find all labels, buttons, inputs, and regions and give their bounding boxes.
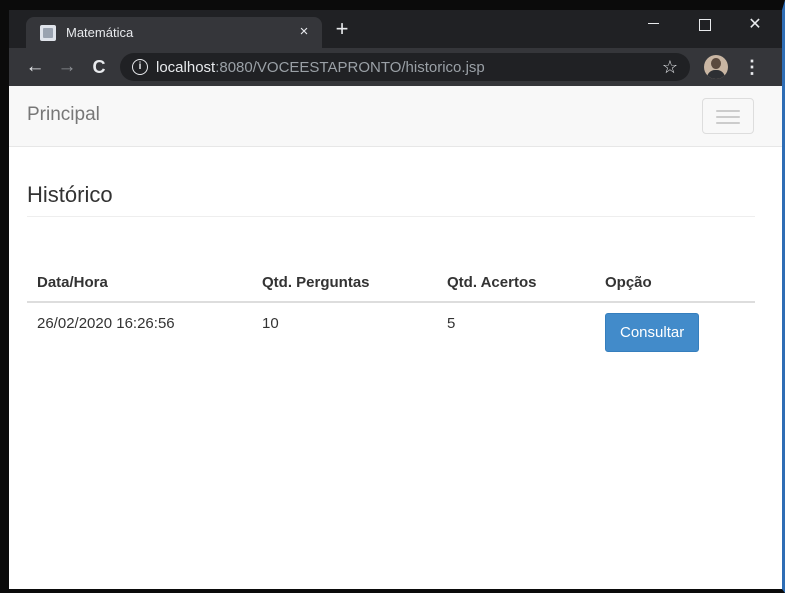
header-opcao: Opção [595,265,755,303]
cell-questions: 10 [262,315,279,332]
page-header: Histórico [27,180,755,217]
hamburger-icon[interactable] [702,98,754,134]
plus-icon[interactable]: + [330,17,354,41]
forward-arrow-icon[interactable]: → [55,55,79,79]
site-navbar: Principal [9,86,782,147]
cell-correct: 5 [447,315,456,332]
table-row: 26/02/2020 16:26:56 10 5 Consultar [27,302,755,360]
reload-icon[interactable]: C [87,55,111,79]
cell-datetime: 26/02/2020 16:26:56 [37,315,175,332]
close-icon[interactable]: × [294,22,314,42]
star-icon[interactable]: ☆ [662,56,678,78]
url-host: localhost [156,59,216,76]
window-close-icon[interactable]: ✕ [735,14,775,36]
header-qtd-perguntas: Qtd. Perguntas [252,265,437,303]
cell-action: Consultar [595,302,755,360]
url-path: :8080/VOCEESTAPRONTO/historico.jsp [215,59,485,76]
browser-window: Matemática × + ✕ ← → C i localhost:8080/… [0,0,785,593]
avatar[interactable] [704,55,728,79]
tab-bar: Matemática × + ✕ [9,10,782,48]
browser-toolbar: ← → C i localhost:8080/VOCEESTAPRONTO/hi… [9,48,782,86]
tab-matematica[interactable]: Matemática × [26,17,322,48]
tab-title: Matemática [66,25,134,40]
main-content: Histórico Data/Hora Qtd. Perguntas Qtd. … [9,180,782,360]
url-text[interactable]: localhost:8080/VOCEESTAPRONTO/historico.… [156,59,485,76]
minimize-icon[interactable] [633,14,673,36]
history-table: Data/Hora Qtd. Perguntas Qtd. Acertos Op… [27,265,755,360]
kebab-menu-icon[interactable]: ⋮ [743,55,761,79]
navbar-brand-link[interactable]: Principal [27,104,100,126]
info-icon[interactable]: i [132,59,148,75]
consultar-button[interactable]: Consultar [605,313,700,352]
table-header-row: Data/Hora Qtd. Perguntas Qtd. Acertos Op… [27,265,755,303]
page-title: Histórico [27,182,113,207]
header-data-hora: Data/Hora [27,265,252,303]
favicon-icon [40,25,56,41]
maximize-icon[interactable] [685,14,725,36]
back-arrow-icon[interactable]: ← [23,55,47,79]
address-bar[interactable]: i localhost:8080/VOCEESTAPRONTO/historic… [120,53,690,81]
header-qtd-acertos: Qtd. Acertos [437,265,595,303]
